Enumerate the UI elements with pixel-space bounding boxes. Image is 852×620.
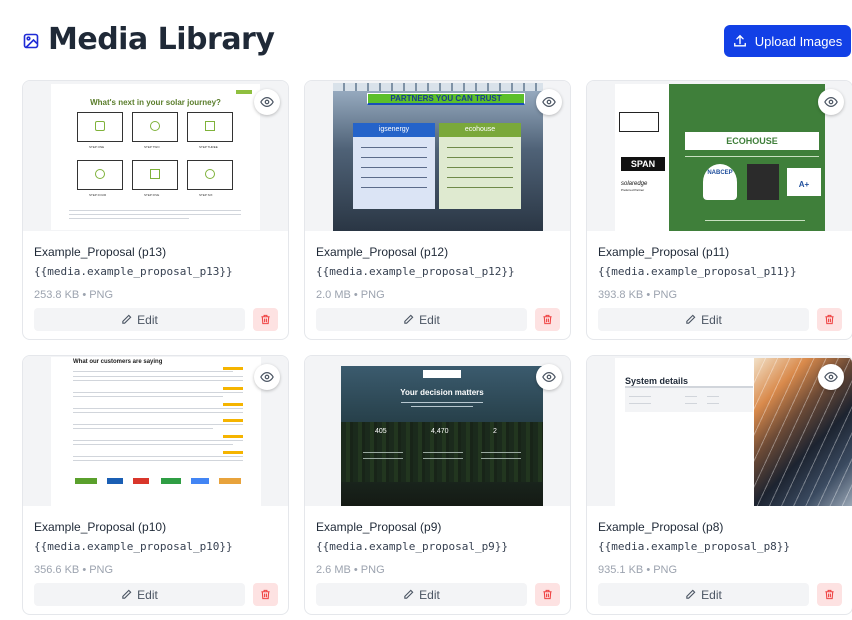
delete-button[interactable] bbox=[253, 308, 278, 331]
media-variable[interactable]: {{media.example_proposal_p12}} bbox=[316, 265, 515, 278]
media-variable[interactable]: {{media.example_proposal_p13}} bbox=[34, 265, 233, 278]
edit-button[interactable]: Edit bbox=[598, 583, 809, 606]
media-variable[interactable]: {{media.example_proposal_p11}} bbox=[598, 265, 797, 278]
media-card-p11[interactable]: SPAN solaredge Preferred Partner ECOHOUS… bbox=[586, 80, 852, 340]
delete-button[interactable] bbox=[817, 583, 842, 606]
image-icon bbox=[23, 33, 39, 49]
edit-button[interactable]: Edit bbox=[34, 308, 245, 331]
pencil-icon bbox=[404, 589, 414, 599]
media-card-p10[interactable]: What our customers are saying Example_Pr… bbox=[22, 355, 289, 615]
preview-eye-button[interactable] bbox=[254, 89, 280, 115]
media-name: Example_Proposal (p11) bbox=[598, 245, 730, 259]
edit-button[interactable]: Edit bbox=[316, 583, 527, 606]
upload-images-button[interactable]: Upload Images bbox=[724, 25, 851, 57]
proposal-page-preview: PARTNERS YOU CAN TRUST igsenergy ecohous… bbox=[333, 83, 543, 231]
thumb-heading: What's next in your solar journey? bbox=[90, 98, 221, 107]
delete-button[interactable] bbox=[535, 308, 560, 331]
media-variable[interactable]: {{media.example_proposal_p9}} bbox=[316, 540, 508, 553]
media-meta: 935.1 KB • PNG bbox=[598, 564, 678, 576]
media-card-p8[interactable]: System details Example_Proposal (p8) {{m… bbox=[586, 355, 852, 615]
proposal-page-preview: System details bbox=[615, 358, 852, 506]
thumbnail[interactable]: PARTNERS YOU CAN TRUST igsenergy ecohous… bbox=[305, 81, 570, 231]
media-meta: 2.0 MB • PNG bbox=[316, 289, 385, 301]
preview-eye-button[interactable] bbox=[254, 364, 280, 390]
media-name: Example_Proposal (p10) bbox=[34, 520, 167, 534]
trash-icon bbox=[543, 589, 552, 600]
upload-images-label: Upload Images bbox=[754, 33, 843, 49]
trash-icon bbox=[261, 314, 270, 325]
proposal-page-preview: What's next in your solar journey? STEP … bbox=[51, 84, 260, 230]
pencil-icon bbox=[404, 314, 414, 324]
pencil-icon bbox=[686, 589, 696, 599]
edit-button[interactable]: Edit bbox=[598, 308, 809, 331]
edit-button[interactable]: Edit bbox=[316, 308, 527, 331]
thumb-heading: What our customers are saying bbox=[73, 359, 163, 365]
media-name: Example_Proposal (p13) bbox=[34, 245, 167, 259]
trash-icon bbox=[543, 314, 552, 325]
delete-button[interactable] bbox=[253, 583, 278, 606]
media-meta: 356.6 KB • PNG bbox=[34, 564, 114, 576]
preview-eye-button[interactable] bbox=[536, 89, 562, 115]
delete-button[interactable] bbox=[535, 583, 560, 606]
upload-icon bbox=[733, 34, 746, 47]
thumb-heading: Your decision matters bbox=[400, 388, 484, 397]
media-card-p13[interactable]: What's next in your solar journey? STEP … bbox=[22, 80, 289, 340]
pencil-icon bbox=[122, 314, 132, 324]
proposal-page-preview: Your decision matters 405 4,470 2 bbox=[341, 366, 543, 506]
pencil-icon bbox=[122, 589, 132, 599]
trash-icon bbox=[261, 589, 270, 600]
pencil-icon bbox=[686, 314, 696, 324]
proposal-page-preview: SPAN solaredge Preferred Partner ECOHOUS… bbox=[615, 84, 825, 231]
proposal-page-preview: What our customers are saying bbox=[51, 357, 261, 506]
thumb-banner: PARTNERS YOU CAN TRUST bbox=[390, 94, 502, 103]
media-name: Example_Proposal (p12) bbox=[316, 245, 449, 259]
eye-icon bbox=[824, 372, 838, 382]
thumbnail[interactable]: What's next in your solar journey? STEP … bbox=[23, 81, 288, 231]
preview-eye-button[interactable] bbox=[818, 364, 844, 390]
media-meta: 393.8 KB • PNG bbox=[598, 289, 678, 301]
media-name: Example_Proposal (p8) bbox=[598, 520, 724, 534]
thumbnail[interactable]: SPAN solaredge Preferred Partner ECOHOUS… bbox=[587, 81, 852, 231]
media-meta: 253.8 KB • PNG bbox=[34, 289, 114, 301]
eye-icon bbox=[260, 372, 274, 382]
media-meta: 2.6 MB • PNG bbox=[316, 564, 385, 576]
page-title: Media Library bbox=[48, 22, 275, 57]
thumbnail[interactable]: Your decision matters 405 4,470 2 bbox=[305, 356, 570, 506]
media-card-p9[interactable]: Your decision matters 405 4,470 2 Exampl… bbox=[304, 355, 571, 615]
page-header: Media Library Upload Images bbox=[0, 0, 852, 80]
media-card-p12[interactable]: PARTNERS YOU CAN TRUST igsenergy ecohous… bbox=[304, 80, 571, 340]
delete-button[interactable] bbox=[817, 308, 842, 331]
eye-icon bbox=[542, 372, 556, 382]
media-name: Example_Proposal (p9) bbox=[316, 520, 442, 534]
preview-eye-button[interactable] bbox=[536, 364, 562, 390]
trash-icon bbox=[825, 589, 834, 600]
eye-icon bbox=[542, 97, 556, 107]
thumb-heading: System details bbox=[625, 376, 689, 386]
media-variable[interactable]: {{media.example_proposal_p8}} bbox=[598, 540, 790, 553]
eye-icon bbox=[260, 97, 274, 107]
edit-button[interactable]: Edit bbox=[34, 583, 245, 606]
media-variable[interactable]: {{media.example_proposal_p10}} bbox=[34, 540, 233, 553]
thumbnail[interactable]: System details bbox=[587, 356, 852, 506]
preview-eye-button[interactable] bbox=[818, 89, 844, 115]
thumbnail[interactable]: What our customers are saying bbox=[23, 356, 288, 506]
trash-icon bbox=[825, 314, 834, 325]
eye-icon bbox=[824, 97, 838, 107]
